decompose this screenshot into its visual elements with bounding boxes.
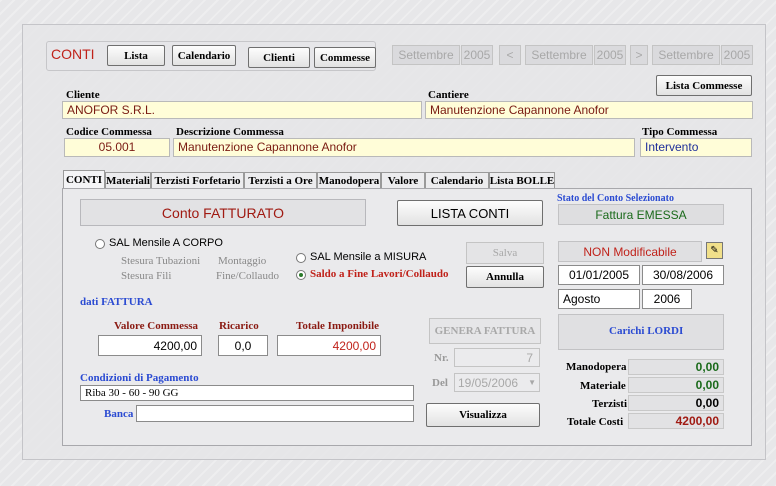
cliente-field[interactable]: ANOFOR S.R.L.: [62, 101, 422, 119]
stesura-fili-label: Stesura Fili: [121, 270, 172, 282]
tab-conti[interactable]: CONTI: [63, 170, 105, 189]
del-label: Del: [432, 377, 448, 389]
non-modificabile-box: NON Modificabile: [558, 241, 702, 262]
lista-conti-button[interactable]: LISTA CONTI: [397, 200, 543, 226]
totale-imponibile-label: Totale Imponibile: [296, 320, 380, 332]
descrizione-commessa-label: Descrizione Commessa: [176, 126, 284, 138]
next-month-button[interactable]: >: [630, 45, 648, 65]
tab-manodopera[interactable]: Manodopera: [317, 172, 381, 188]
terzisti-value: 0,00: [628, 395, 724, 411]
clienti-button[interactable]: Clienti: [248, 47, 310, 68]
dati-fattura-label: dati FATTURA: [80, 296, 153, 308]
condizioni-pagamento-label: Condizioni di Pagamento: [80, 372, 199, 384]
sal-corpo-radio[interactable]: [95, 239, 105, 249]
nr-field[interactable]: 7: [454, 348, 540, 367]
saldo-fine-label: Saldo a Fine Lavori/Collaudo: [310, 268, 449, 280]
materiale-value: 0,00: [628, 377, 724, 393]
banca-field[interactable]: [136, 405, 414, 422]
del-date-field[interactable]: 19/05/2006 ▼: [454, 373, 540, 392]
totale-costi-label: Totale Costi: [567, 416, 624, 428]
tipo-commessa-field[interactable]: Intervento: [640, 138, 752, 157]
year-field[interactable]: 2006: [642, 289, 692, 309]
cantiere-label: Cantiere: [428, 89, 469, 101]
del-date-value: 19/05/2006: [458, 375, 519, 390]
sal-misura-label: SAL Mensile a MISURA: [310, 251, 427, 263]
manodopera-value: 0,00: [628, 359, 724, 375]
tab-materiali[interactable]: Materiali: [105, 172, 151, 188]
tab-lista-bolle[interactable]: Lista BOLLE: [489, 172, 555, 188]
genera-fattura-button[interactable]: GENERA FATTURA: [429, 318, 541, 344]
month-field[interactable]: Agosto: [558, 289, 640, 309]
conti-title: CONTI: [51, 46, 95, 62]
manodopera-label: Manodopera: [566, 361, 627, 373]
stato-conto-field: Fattura EMESSA: [558, 204, 724, 225]
cliente-label: Cliente: [66, 89, 100, 101]
saldo-fine-radio[interactable]: [296, 270, 306, 280]
codice-commessa-label: Codice Commessa: [66, 126, 152, 138]
lista-commesse-button[interactable]: Lista Commesse: [656, 75, 752, 96]
ricarico-field[interactable]: 0,0: [218, 335, 268, 356]
date-to-field[interactable]: 30/08/2006: [642, 265, 724, 285]
codice-commessa-field[interactable]: 05.001: [64, 138, 170, 157]
date-from-field[interactable]: 01/01/2005: [558, 265, 640, 285]
sal-corpo-label: SAL Mensile A CORPO: [109, 237, 223, 249]
ricarico-label: Ricarico: [219, 320, 259, 332]
year-field-2[interactable]: 2005: [594, 45, 626, 65]
valore-commessa-label: Valore Commessa: [114, 320, 199, 332]
month-field-1[interactable]: Settembre: [392, 45, 460, 65]
sal-misura-radio[interactable]: [296, 253, 306, 263]
year-field-1[interactable]: 2005: [461, 45, 493, 65]
tipo-commessa-label: Tipo Commessa: [642, 126, 718, 138]
nr-label: Nr.: [434, 352, 449, 364]
materiale-label: Materiale: [580, 380, 626, 392]
condizioni-pagamento-field[interactable]: Riba 30 - 60 - 90 GG: [80, 385, 414, 401]
edit-icon[interactable]: ✎: [706, 242, 723, 259]
stesura-tubazioni-label: Stesura Tubazioni: [121, 255, 201, 267]
tab-valore[interactable]: Valore: [381, 172, 425, 188]
tab-terzisti-ore[interactable]: Terzisti a Ore: [244, 172, 317, 188]
descrizione-commessa-field[interactable]: Manutenzione Capannone Anofor: [173, 138, 635, 157]
tab-terzisti-forfetario[interactable]: Terzisti Forfetario: [151, 172, 244, 188]
chevron-down-icon[interactable]: ▼: [528, 378, 539, 387]
annulla-button[interactable]: Annulla: [466, 266, 544, 288]
banca-label: Banca: [104, 408, 134, 420]
fine-collaudo-label: Fine/Collaudo: [216, 270, 279, 282]
montaggio-label: Montaggio: [218, 255, 267, 267]
stato-conto-label: Stato del Conto Selezionato: [557, 193, 674, 204]
visualizza-button[interactable]: Visualizza: [426, 403, 540, 427]
calendario-button[interactable]: Calendario: [172, 45, 236, 66]
conto-status-box: Conto FATTURATO: [80, 199, 366, 226]
month-field-2[interactable]: Settembre: [525, 45, 593, 65]
prev-month-button[interactable]: <: [499, 45, 521, 65]
totale-costi-value: 4200,00: [628, 413, 724, 429]
commesse-button[interactable]: Commesse: [314, 47, 376, 68]
valore-commessa-field[interactable]: 4200,00: [98, 335, 202, 356]
totale-imponibile-field[interactable]: 4200,00: [277, 335, 381, 356]
month-field-3[interactable]: Settembre: [652, 45, 720, 65]
salva-button[interactable]: Salva: [466, 242, 544, 264]
cantiere-field[interactable]: Manutenzione Capannone Anofor: [425, 101, 753, 119]
terzisti-label: Terzisti: [592, 398, 628, 410]
lista-button[interactable]: Lista: [107, 45, 165, 66]
tab-calendario[interactable]: Calendario: [425, 172, 489, 188]
year-field-3[interactable]: 2005: [721, 45, 753, 65]
carichi-lordi-label: Carichi LORDI: [609, 325, 684, 337]
